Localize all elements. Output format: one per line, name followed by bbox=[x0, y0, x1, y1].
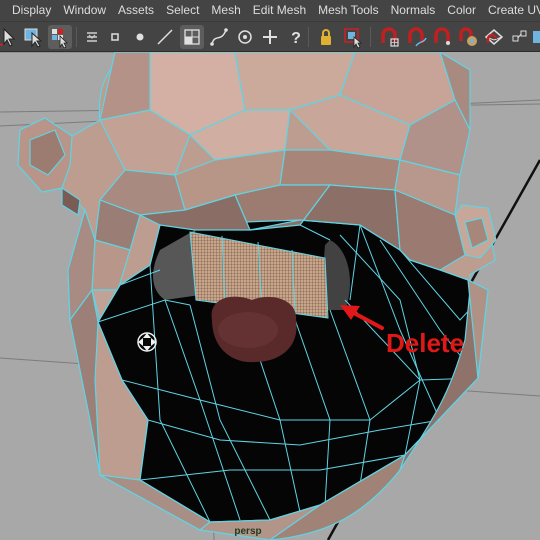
face-mode-icon[interactable] bbox=[180, 25, 204, 49]
lock-icon[interactable]: ? bbox=[284, 25, 308, 49]
select-tool-icon[interactable] bbox=[0, 25, 18, 49]
menu-mesh-tools[interactable]: Mesh Tools bbox=[312, 0, 384, 21]
highlight-icon[interactable] bbox=[314, 25, 338, 49]
camera-name-label: persp bbox=[234, 526, 262, 537]
vertex-mode-icon[interactable] bbox=[103, 25, 127, 49]
svg-text:?: ? bbox=[291, 30, 301, 47]
perspective-viewport[interactable]: Delete persp bbox=[0, 52, 540, 540]
maya-window: Display Window Assets Select Mesh Edit M… bbox=[0, 0, 540, 540]
menu-mesh[interactable]: Mesh bbox=[205, 0, 246, 21]
snap-to-curve-icon[interactable] bbox=[377, 25, 401, 49]
menu-color[interactable]: Color bbox=[441, 0, 482, 21]
soft-select-icon[interactable] bbox=[80, 25, 104, 49]
menu-bar: Display Window Assets Select Mesh Edit M… bbox=[0, 0, 540, 21]
menu-display[interactable]: Display bbox=[0, 0, 57, 21]
toolbar-overflow-icon[interactable] bbox=[530, 25, 540, 49]
menu-edit-mesh[interactable]: Edit Mesh bbox=[247, 0, 312, 21]
snap-to-surface-icon[interactable] bbox=[456, 25, 480, 49]
help-icon[interactable] bbox=[258, 25, 282, 49]
delete-annotation: Delete bbox=[386, 328, 465, 358]
viewport-scene[interactable] bbox=[0, 52, 540, 540]
move-tool-icon[interactable] bbox=[233, 25, 257, 49]
object-mode-icon[interactable] bbox=[128, 25, 152, 49]
menu-select[interactable]: Select bbox=[160, 0, 205, 21]
uv-mode-icon[interactable] bbox=[207, 25, 231, 49]
toolbar-extra-icon[interactable] bbox=[508, 25, 532, 49]
menu-window[interactable]: Window bbox=[57, 0, 112, 21]
snap-to-grid-icon[interactable] bbox=[341, 25, 365, 49]
lasso-select-icon[interactable] bbox=[22, 25, 46, 49]
menu-create-uvs[interactable]: Create UVs bbox=[482, 0, 540, 21]
menu-normals[interactable]: Normals bbox=[385, 0, 442, 21]
menu-assets[interactable]: Assets bbox=[112, 0, 160, 21]
snap-to-point-icon[interactable] bbox=[404, 25, 428, 49]
status-line-toolbar: ? bbox=[0, 21, 540, 52]
paint-select-icon[interactable] bbox=[48, 25, 72, 49]
multi-component-icon[interactable] bbox=[153, 25, 177, 49]
snap-to-view-icon[interactable] bbox=[430, 25, 454, 49]
make-live-icon[interactable] bbox=[482, 25, 506, 49]
